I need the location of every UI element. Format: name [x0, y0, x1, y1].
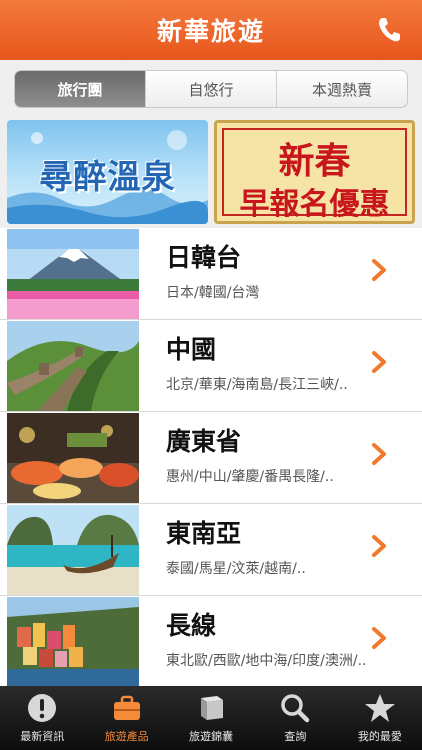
new-year-text: 新春: [278, 140, 351, 182]
app-title: 新華旅遊: [156, 17, 265, 46]
tab-label: 旅遊錦囊: [189, 730, 234, 743]
chevron-right-icon: [372, 535, 386, 557]
new-year-promo-banner[interactable]: 新春 早報名優惠: [214, 120, 415, 224]
cinque-terre-photo: [7, 597, 139, 687]
destination-subregions: 北京/華東/海南島/長江三峽/..: [166, 377, 348, 393]
destination-name: 廣東省: [166, 427, 242, 456]
thai-beach-photo: [7, 505, 139, 595]
segmented-control: 旅行團 自悠行 本週熱賣: [14, 70, 408, 108]
great-wall-photo: [7, 321, 139, 411]
tab-weekly-hot[interactable]: 本週熱賣: [276, 71, 407, 107]
chevron-right-icon: [372, 627, 386, 649]
destination-name: 東南亞: [166, 519, 242, 548]
star-icon: [364, 694, 395, 722]
chevron-right-icon: [372, 259, 386, 281]
phone-icon[interactable]: [376, 16, 402, 44]
tab-tour-groups[interactable]: 旅行團: [15, 71, 145, 107]
list-item[interactable]: 東南亞 泰國/馬星/汶萊/越南/..: [0, 504, 422, 596]
book-icon: [201, 696, 224, 720]
tab-label: 最新資訊: [20, 730, 65, 743]
early-bird-text: 早報名優惠: [239, 187, 390, 222]
list-item[interactable]: 中國 北京/華東/海南島/長江三峽/..: [0, 320, 422, 412]
hot-spring-banner-text: 尋醉溫泉: [39, 157, 176, 196]
destination-name: 中國: [166, 335, 217, 364]
tab-latest-news[interactable]: 最新資訊: [0, 686, 84, 750]
list-item[interactable]: 廣東省 惠州/中山/肇慶/番禺長隆/..: [0, 412, 422, 504]
tab-label: 旅遊產品: [104, 730, 149, 743]
list-item[interactable]: 長線 東北歐/西歐/地中海/印度/澳洲/..: [0, 596, 422, 688]
chevron-right-icon: [372, 443, 386, 465]
destination-subregions: 泰國/馬星/汶萊/越南/..: [166, 561, 306, 577]
chevron-right-icon: [372, 351, 386, 373]
hot-spring-banner[interactable]: 尋醉溫泉: [7, 120, 208, 224]
bottom-tab-bar: 最新資訊 旅遊產品 旅遊錦囊 查詢 我的最愛: [0, 686, 422, 750]
search-icon: [281, 694, 310, 723]
tab-travel-products[interactable]: 旅遊產品: [84, 686, 168, 750]
destination-subregions: 日本/韓國/台灣: [166, 285, 260, 301]
mount-fuji-photo: [7, 229, 139, 319]
promo-banners: 尋醉溫泉 新春 早報名優惠: [0, 116, 422, 228]
tab-search[interactable]: 查詢: [253, 686, 337, 750]
suitcase-icon: [113, 695, 140, 720]
app-header: 新華旅遊: [0, 0, 422, 60]
exclamation-icon: [28, 694, 57, 722]
tab-label: 我的最愛: [357, 730, 402, 743]
list-item[interactable]: 日韓台 日本/韓國/台灣: [0, 228, 422, 320]
tab-travel-tips[interactable]: 旅遊錦囊: [169, 686, 253, 750]
tab-favorites[interactable]: 我的最愛: [338, 686, 422, 750]
destination-subregions: 東北歐/西歐/地中海/印度/澳洲/..: [166, 653, 367, 669]
destination-name: 日韓台: [166, 243, 242, 272]
destination-name: 長線: [166, 611, 217, 640]
destination-subregions: 惠州/中山/肇慶/番禺長隆/..: [166, 469, 334, 485]
tab-label: 查詢: [284, 730, 307, 743]
seafood-buffet-photo: [7, 413, 139, 503]
destination-list: 日韓台 日本/韓國/台灣 中國 北京/華東/海南島/長江三峽/.. 廣東省 惠州…: [0, 228, 422, 688]
tab-free-independent[interactable]: 自悠行: [145, 71, 276, 107]
category-segment-bar: 旅行團 自悠行 本週熱賣: [0, 60, 422, 116]
